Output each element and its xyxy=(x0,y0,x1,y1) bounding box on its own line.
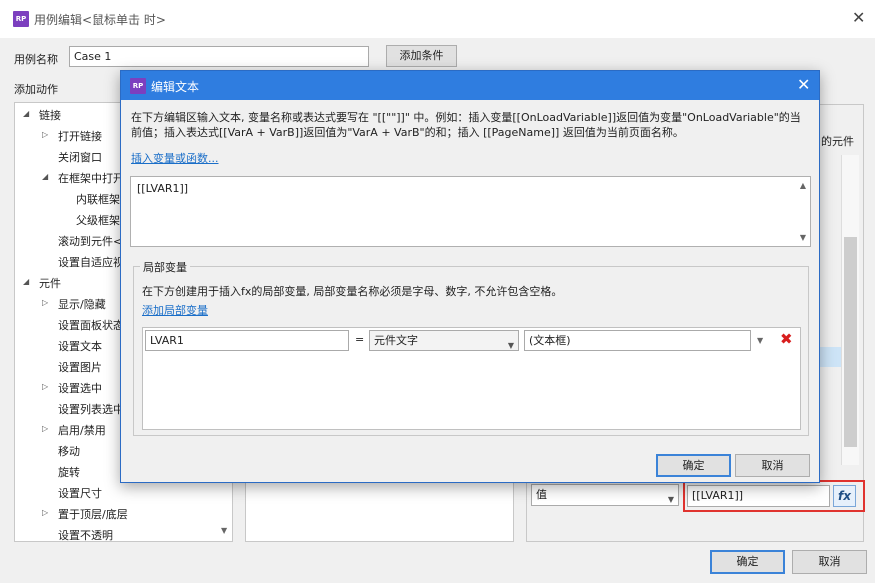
expanded-arrow-icon[interactable]: ◢ xyxy=(23,277,29,286)
chevron-down-icon[interactable]: ▼ xyxy=(757,336,763,345)
action-tree-item[interactable]: 设置不透明 xyxy=(58,527,113,541)
chevron-down-icon: ▼ xyxy=(667,495,674,504)
expanded-arrow-icon[interactable]: ◢ xyxy=(23,109,29,118)
close-icon[interactable]: ✕ xyxy=(852,10,865,26)
edit-text-dialog: RP 编辑文本 ✕ 在下方编辑区输入文本, 变量名称或表达式要写在 "[[""]… xyxy=(120,70,820,483)
text-editor[interactable]: [[LVAR1]] ▲ ▼ xyxy=(130,176,811,247)
collapsed-arrow-icon[interactable]: ▷ xyxy=(42,130,48,139)
action-tree-item[interactable]: 设置自适应视 xyxy=(58,254,124,270)
scroll-down-arrow-icon[interactable]: ▼ xyxy=(221,526,227,535)
variable-type-select[interactable]: 元件文字 ▼ xyxy=(369,330,519,351)
value-type-text: 值 xyxy=(536,488,547,501)
outer-cancel-button[interactable]: 取消 xyxy=(792,550,867,574)
action-tree-item[interactable]: 移动 xyxy=(58,443,80,459)
action-tree-item[interactable]: 打开链接 xyxy=(58,128,102,144)
inner-ok-button[interactable]: 确定 xyxy=(656,454,731,477)
insert-variable-link[interactable]: 插入变量或函数... xyxy=(131,150,219,166)
local-variables-title: 局部变量 xyxy=(140,259,190,275)
variable-target-select[interactable]: (文本框) xyxy=(524,330,751,351)
action-tree-item[interactable]: 内联框架 xyxy=(76,191,120,207)
action-tree-item[interactable]: 父级框架 xyxy=(76,212,120,228)
equals-sign: = xyxy=(355,333,365,346)
case-editor-title: 用例编辑<鼠标单击 时> xyxy=(34,13,166,27)
collapsed-arrow-icon[interactable]: ▷ xyxy=(42,382,48,391)
edit-text-title: 编辑文本 xyxy=(151,80,200,94)
value-input[interactable]: [[LVAR1]] xyxy=(687,485,830,507)
inner-cancel-button[interactable]: 取消 xyxy=(735,454,810,477)
delete-icon[interactable]: ✖ xyxy=(780,330,793,348)
collapsed-arrow-icon[interactable]: ▷ xyxy=(42,508,48,517)
text-editor-content: [[LVAR1]] xyxy=(137,182,189,195)
right-scrollbar[interactable] xyxy=(841,155,859,465)
action-tree-item[interactable]: 启用/禁用 xyxy=(58,422,106,438)
selected-row-highlight xyxy=(817,347,841,367)
case-name-input[interactable]: Case 1 xyxy=(69,46,369,67)
case-name-label: 用例名称 xyxy=(14,53,58,66)
action-tree-item[interactable]: 设置图片 xyxy=(58,359,102,375)
scrollbar-thumb[interactable] xyxy=(844,237,857,447)
action-tree-item[interactable]: 设置尺寸 xyxy=(58,485,102,501)
collapsed-arrow-icon[interactable]: ▷ xyxy=(42,298,48,307)
scroll-down-arrow-icon[interactable]: ▼ xyxy=(800,233,806,242)
action-tree-item[interactable]: 元件 xyxy=(39,275,61,291)
action-tree-item[interactable]: 在框架中打开 xyxy=(58,170,124,186)
case-editor-titlebar: RP 用例编辑<鼠标单击 时> ✕ xyxy=(0,0,875,38)
edit-text-description: 在下方编辑区输入文本, 变量名称或表达式要写在 "[[""]]" 中。例如：插入… xyxy=(131,111,801,139)
collapsed-arrow-icon[interactable]: ▷ xyxy=(42,424,48,433)
action-tree-item[interactable]: 关闭窗口 xyxy=(58,149,102,165)
action-tree-item[interactable]: 设置文本 xyxy=(58,338,102,354)
edit-text-body: 在下方编辑区输入文本, 变量名称或表达式要写在 "[[""]]" 中。例如：插入… xyxy=(121,100,819,482)
scroll-up-arrow-icon[interactable]: ▲ xyxy=(800,181,806,190)
variable-type-text: 元件文字 xyxy=(374,334,418,347)
local-variable-list: LVAR1 = 元件文字 ▼ (文本框) ▼ ✖ xyxy=(142,327,801,430)
close-icon[interactable]: ✕ xyxy=(797,77,810,93)
partial-widget-label: 的元件 xyxy=(821,135,854,148)
add-local-variable-link[interactable]: 添加局部变量 xyxy=(142,302,208,318)
add-action-label: 添加动作 xyxy=(14,83,58,96)
value-type-select[interactable]: 值 ▼ xyxy=(531,484,679,506)
rp-logo-icon: RP xyxy=(130,78,146,94)
fx-button[interactable]: fx xyxy=(833,485,856,507)
local-variables-description: 在下方创建用于插入fx的局部变量, 局部变量名称必须是字母、数字, 不允许包含空… xyxy=(142,285,563,298)
edit-text-titlebar: RP 编辑文本 ✕ xyxy=(121,71,819,100)
action-tree-item[interactable]: 显示/隐藏 xyxy=(58,296,106,312)
action-tree-item[interactable]: 设置列表选中 xyxy=(58,401,124,417)
chevron-down-icon: ▼ xyxy=(507,341,514,350)
add-condition-button[interactable]: 添加条件 xyxy=(386,45,457,67)
action-tree-item[interactable]: 设置面板状态 xyxy=(58,317,124,333)
action-tree-item[interactable]: 置于顶层/底层 xyxy=(58,506,128,522)
action-tree-item[interactable]: 旋转 xyxy=(58,464,80,480)
outer-ok-button[interactable]: 确定 xyxy=(710,550,785,574)
organize-actions-panel xyxy=(245,482,514,542)
variable-name-input[interactable]: LVAR1 xyxy=(145,330,349,351)
expanded-arrow-icon[interactable]: ◢ xyxy=(42,172,48,181)
action-tree-item[interactable]: 设置选中 xyxy=(58,380,102,396)
local-variables-group: 局部变量 在下方创建用于插入fx的局部变量, 局部变量名称必须是字母、数字, 不… xyxy=(133,259,809,436)
rp-logo-icon: RP xyxy=(13,11,29,27)
action-tree-item[interactable]: 链接 xyxy=(39,107,61,123)
action-tree-item[interactable]: 滚动到元件< xyxy=(58,233,122,249)
